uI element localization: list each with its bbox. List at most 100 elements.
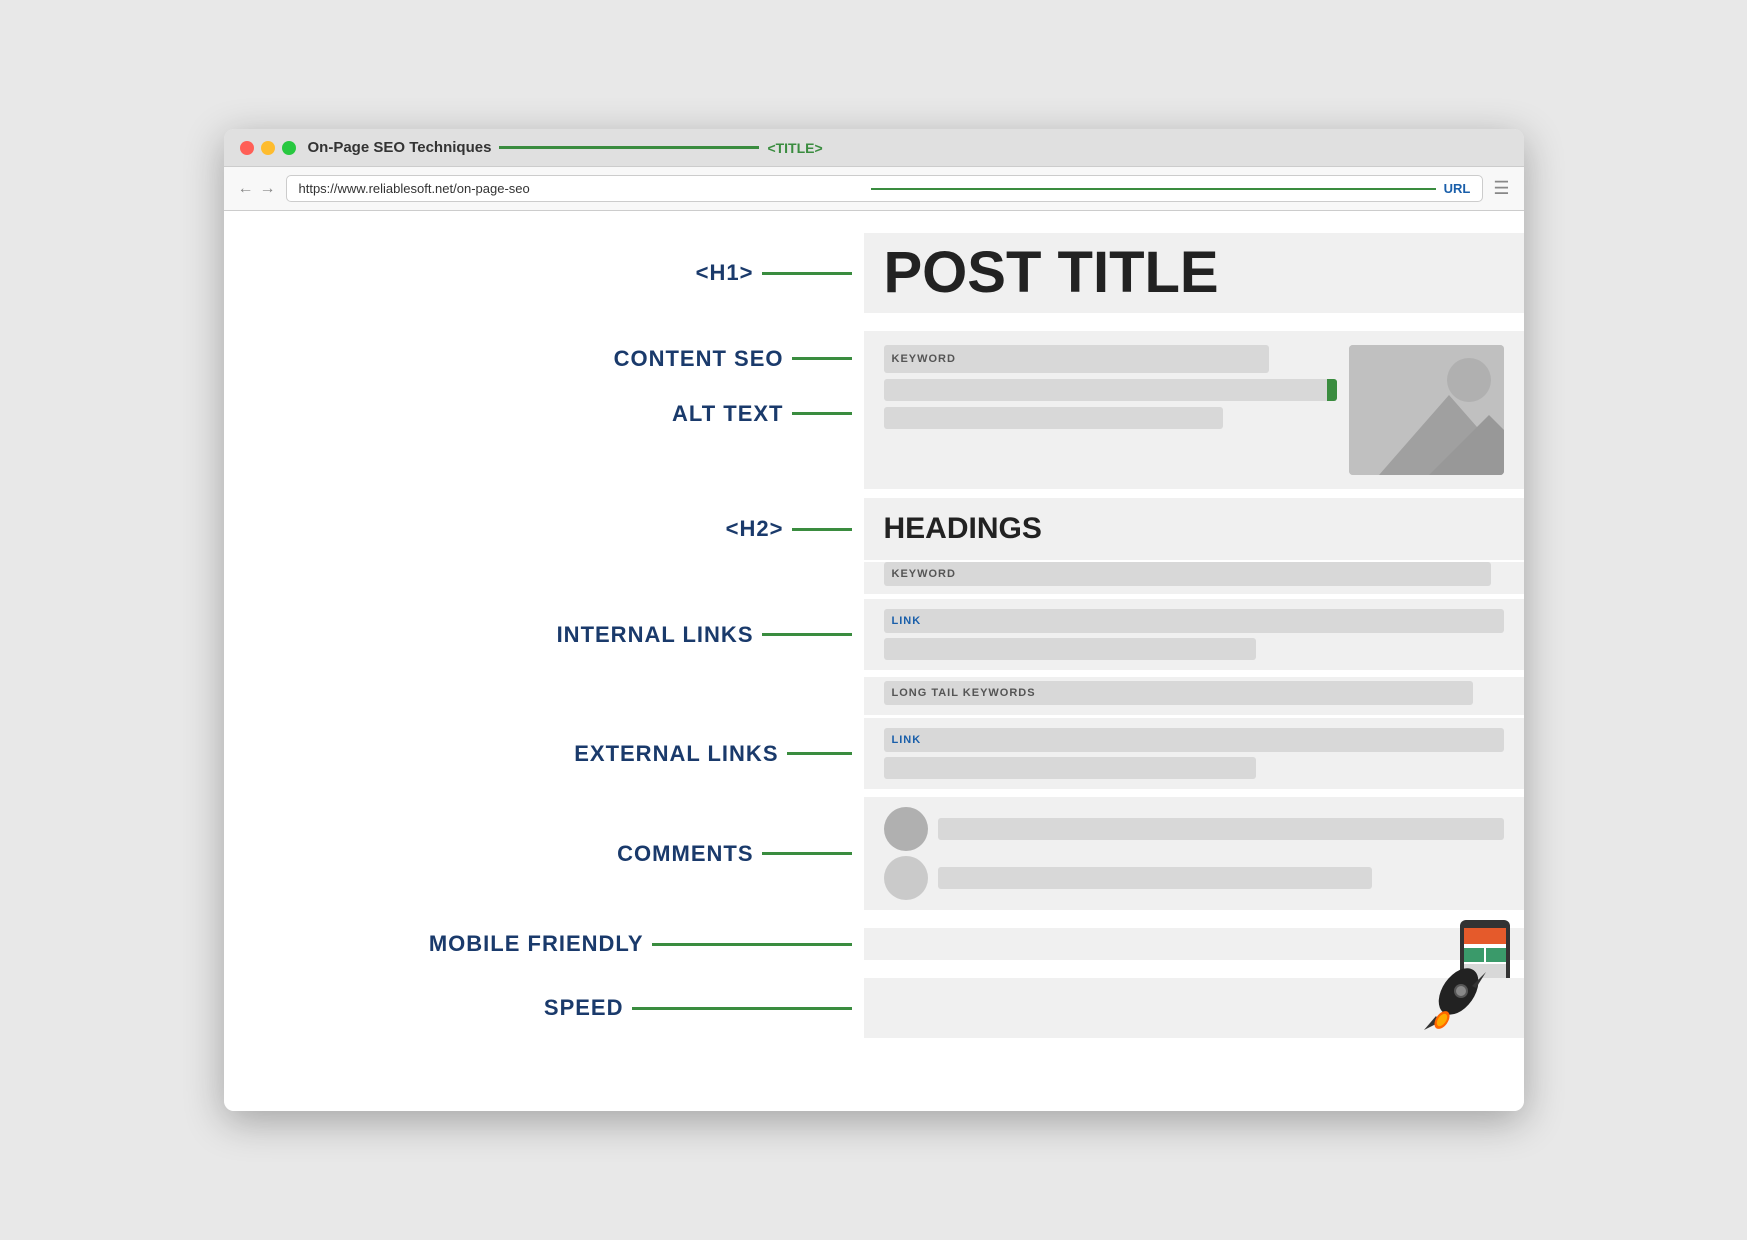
content-seo-connector (792, 357, 852, 360)
long-tail-label: LONG TAIL KEYWORDS (892, 687, 1036, 699)
minimize-button[interactable] (261, 141, 275, 155)
keyword-bar: KEYWORD (884, 345, 1269, 373)
internal-links-label: INTERNAL LINKS (557, 622, 754, 648)
content-seo-label: CONTENT SEO (614, 346, 784, 372)
page-body: <H1> POST TITLE CONTENT SEO (224, 211, 1524, 1111)
comments-connector (762, 852, 852, 855)
keyword-bar-2: KEYWORD (884, 562, 1492, 586)
alt-text-bar (884, 379, 1337, 401)
main-content: <H1> POST TITLE CONTENT SEO (224, 211, 1524, 1111)
maximize-button[interactable] (282, 141, 296, 155)
traffic-lights (240, 141, 296, 155)
content-image-area: KEYWORD (884, 345, 1504, 475)
comments-label-area: COMMENTS (224, 814, 864, 894)
menu-icon[interactable]: ☰ (1493, 178, 1509, 199)
alt-text-label: ALT TEXT (672, 401, 783, 427)
h1-connector (762, 272, 852, 275)
keyword-row: KEYWORD (224, 560, 1524, 595)
keyword-label-2: KEYWORD (892, 568, 956, 580)
external-link-bar: LINK (884, 728, 1504, 752)
content-seo-label-area: CONTENT SEO (224, 331, 864, 386)
headings-content: HEADINGS (864, 498, 1524, 560)
internal-links-row: INTERNAL LINKS LINK (224, 599, 1524, 670)
h1-tag: <H1> (696, 260, 754, 286)
mobile-friendly-row: MOBILE FRIENDLY (224, 914, 1524, 974)
comment-avatar-row (884, 807, 1504, 851)
external-links-content: LINK (864, 718, 1524, 789)
speed-label-area: SPEED (224, 978, 864, 1038)
speed-label: SPEED (544, 995, 624, 1021)
content-seo-right: KEYWORD (864, 331, 1524, 489)
url-connector-line (871, 188, 1436, 190)
mobile-friendly-label: MOBILE FRIENDLY (429, 931, 644, 957)
keyword-spacer (224, 560, 864, 595)
title-bar: On-Page SEO Techniques <TITLE> (224, 129, 1524, 167)
speed-row: SPEED (224, 978, 1524, 1068)
mobile-friendly-label-area: MOBILE FRIENDLY (224, 914, 864, 974)
long-tail-bar: LONG TAIL KEYWORDS (884, 681, 1473, 705)
post-title-row: <H1> POST TITLE (224, 211, 1524, 331)
keyword-bar-area: KEYWORD (864, 562, 1524, 594)
h2-tag: <H2> (726, 516, 784, 542)
browser-window: On-Page SEO Techniques <TITLE> ← → https… (224, 129, 1524, 1111)
internal-links-label-area: INTERNAL LINKS (224, 607, 864, 662)
forward-button[interactable]: → (260, 180, 276, 198)
comment-bar (938, 818, 1504, 840)
title-connector-line (499, 146, 759, 149)
back-button[interactable]: ← (238, 180, 254, 198)
internal-links-connector (762, 633, 852, 636)
h1-label-area: <H1> (224, 260, 864, 286)
avatar-2 (884, 856, 928, 900)
image-svg (1349, 345, 1504, 475)
link-label: LINK (892, 615, 922, 627)
long-tail-spacer (224, 676, 864, 716)
comments-content (864, 797, 1524, 910)
content-bar-5 (884, 757, 1256, 779)
external-links-label-area: EXTERNAL LINKS (224, 726, 864, 781)
close-button[interactable] (240, 141, 254, 155)
h2-connector (792, 528, 852, 531)
content-bar-4 (884, 638, 1256, 660)
comments-label: COMMENTS (617, 841, 753, 867)
avatar (884, 807, 928, 851)
window-title: On-Page SEO Techniques (308, 139, 492, 156)
url-bar[interactable]: https://www.reliablesoft.net/on-page-seo… (286, 175, 1484, 202)
alt-text-label-area: ALT TEXT (224, 386, 864, 441)
h2-headings-row: <H2> HEADINGS (224, 498, 1524, 560)
address-bar: ← → https://www.reliablesoft.net/on-page… (224, 167, 1524, 211)
comment-bar-2 (938, 867, 1372, 889)
h2-label-area: <H2> (224, 499, 864, 559)
url-label: URL (1444, 181, 1471, 196)
external-links-label: EXTERNAL LINKS (574, 741, 778, 767)
external-links-row: EXTERNAL LINKS LINK (224, 718, 1524, 789)
keyword-label: KEYWORD (892, 353, 956, 365)
internal-links-content: LINK (864, 599, 1524, 670)
spacer-labels (224, 441, 864, 496)
nav-arrows: ← → (238, 180, 276, 198)
rocket-icon-area (1414, 958, 1494, 1043)
link-bar: LINK (884, 609, 1504, 633)
comment-avatar-row-2 (884, 856, 1504, 900)
alt-text-connector (792, 412, 852, 415)
content-bar-3 (884, 407, 1224, 429)
alt-text-green-end (1327, 379, 1337, 401)
rocket-icon (1414, 958, 1494, 1038)
url-text: https://www.reliablesoft.net/on-page-seo (299, 181, 864, 196)
speed-connector (632, 1007, 852, 1010)
external-links-connector (787, 752, 852, 755)
speed-content (864, 978, 1524, 1038)
external-link-label: LINK (892, 734, 922, 746)
title-tag-label: <TITLE> (767, 140, 822, 156)
window-title-area: On-Page SEO Techniques <TITLE> (308, 139, 1508, 156)
image-placeholder (1349, 345, 1504, 475)
left-labels-group1: CONTENT SEO ALT TEXT (224, 331, 864, 496)
long-tail-row: LONG TAIL KEYWORDS (224, 676, 1524, 716)
mobile-friendly-content (864, 928, 1524, 960)
headings-text: HEADINGS (884, 512, 1042, 546)
content-seo-section: CONTENT SEO ALT TEXT (224, 331, 1524, 496)
comments-row: COMMENTS (224, 797, 1524, 910)
long-tail-content: LONG TAIL KEYWORDS (864, 677, 1524, 715)
post-title-content: POST TITLE (864, 233, 1524, 313)
content-bars: KEYWORD (884, 345, 1337, 429)
mobile-friendly-connector (652, 943, 852, 946)
